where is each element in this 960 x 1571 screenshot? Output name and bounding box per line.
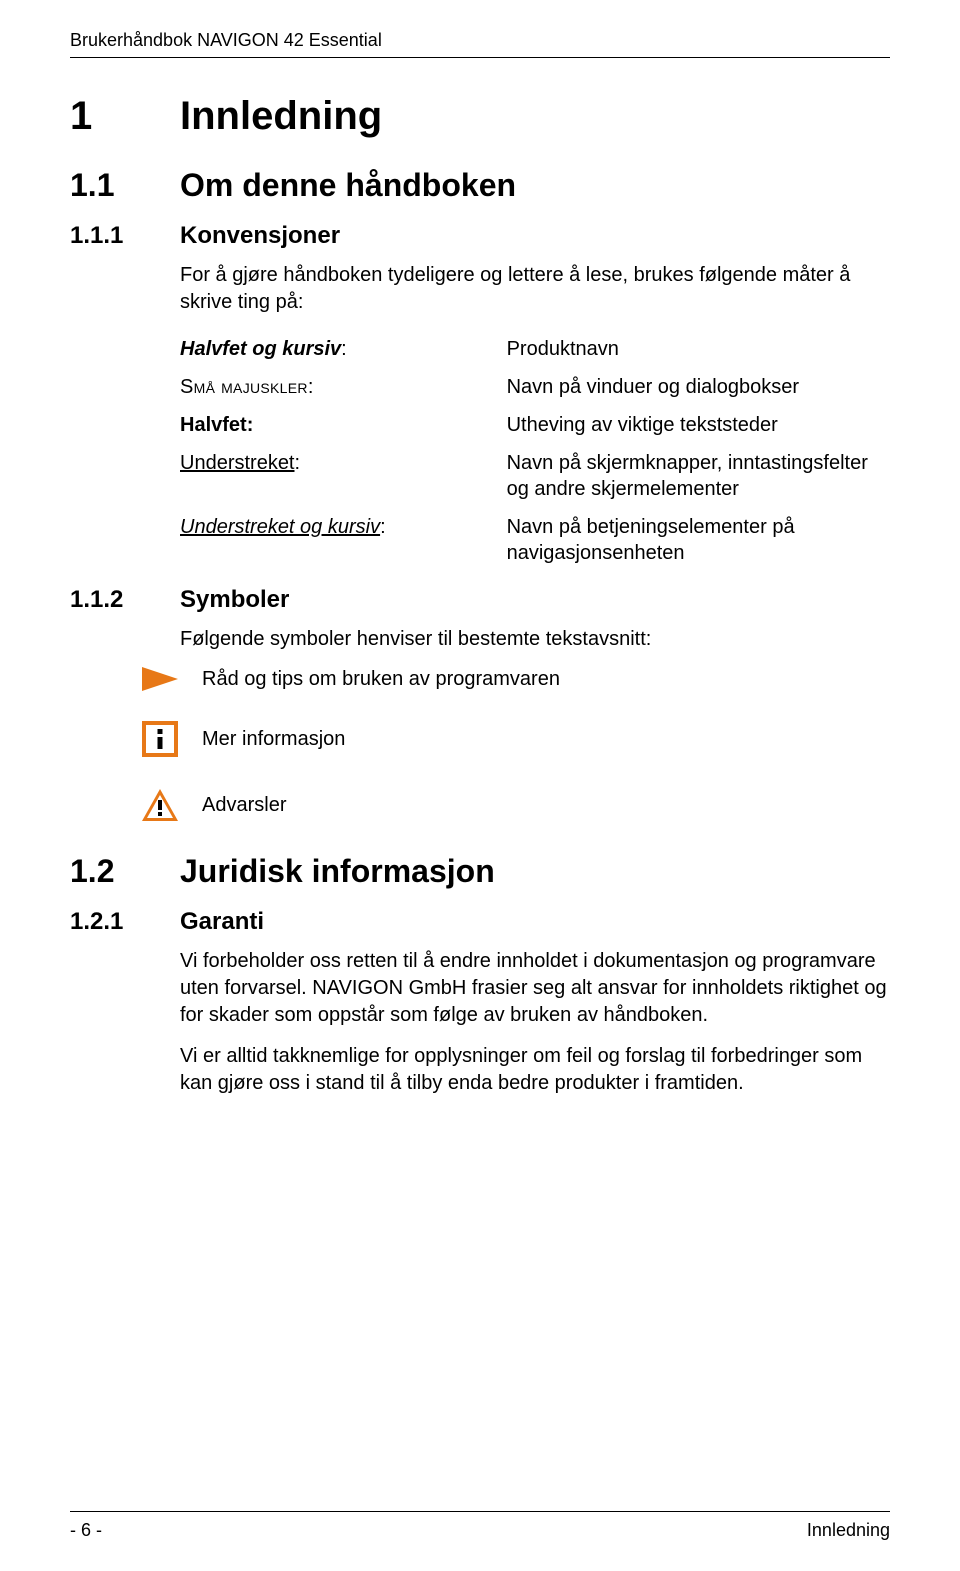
symbol-info-label: Mer informasjon: [202, 728, 345, 751]
heading-1-2-number: 1.2: [70, 853, 180, 890]
doc-header: Brukerhåndbok NAVIGON 42 Essential: [70, 30, 890, 51]
heading-1-1-number: 1.1: [70, 167, 180, 204]
symbol-warning-label: Advarsler: [202, 794, 286, 817]
intro-paragraph: For å gjøre håndboken tydeligere og lett…: [180, 262, 890, 316]
heading-1-1-2-number: 1.1.2: [70, 586, 180, 614]
heading-1-1-2-title: Symboler: [180, 586, 289, 613]
warning-icon: [140, 787, 180, 823]
table-row: Små majuskler: Navn på vinduer og dialog…: [180, 368, 890, 406]
conv-left-suffix: :: [380, 516, 386, 538]
conv-left: Understreket og kursiv: [180, 516, 380, 538]
conv-left-suffix: :: [295, 452, 301, 474]
conv-left: Halvfet:: [180, 414, 253, 436]
tip-arrow-icon: [140, 667, 180, 691]
conv-left-suffix: :: [308, 376, 314, 398]
table-row: Halvfet og kursiv: Produktnavn: [180, 330, 890, 368]
conv-right: Navn på betjeningselementer på navigasjo…: [507, 508, 890, 572]
table-row: Understreket: Navn på skjermknapper, inn…: [180, 444, 890, 508]
info-icon: [140, 721, 180, 757]
heading-1-1-1-title: Konvensjoner: [180, 222, 340, 249]
symbol-row-info: Mer informasjon: [140, 721, 890, 757]
footer-rule: [70, 1511, 890, 1512]
heading-1-2-1-title: Garanti: [180, 908, 264, 935]
conv-left-suffix: :: [341, 338, 347, 360]
heading-1-title: Innledning: [180, 94, 382, 138]
footer-section: Innledning: [807, 1520, 890, 1541]
conv-right: Navn på vinduer og dialogbokser: [507, 368, 890, 406]
heading-1-2: 1.2Juridisk informasjon: [70, 853, 890, 890]
heading-1-number: 1: [70, 94, 180, 139]
conv-left: Understreket: [180, 452, 295, 474]
heading-1-2-title: Juridisk informasjon: [180, 853, 495, 889]
heading-1-1-1-number: 1.1.1: [70, 222, 180, 250]
heading-1-1-2: 1.1.2Symboler: [70, 586, 890, 614]
conv-right: Navn på skjermknapper, inntastingsfelter…: [507, 444, 890, 508]
header-rule: [70, 57, 890, 58]
conv-left: Små majuskler: [180, 376, 308, 398]
garanti-p1: Vi forbeholder oss retten til å endre in…: [180, 948, 890, 1029]
conv-left: Halvfet og kursiv: [180, 338, 341, 360]
conv-right: Produktnavn: [507, 330, 890, 368]
heading-1-1-title: Om denne håndboken: [180, 167, 516, 203]
page-footer: - 6 - Innledning: [70, 1511, 890, 1541]
table-row: Halvfet: Utheving av viktige tekststeder: [180, 406, 890, 444]
garanti-p2: Vi er alltid takknemlige for opplysninge…: [180, 1043, 890, 1097]
symbol-tip-label: Råd og tips om bruken av programvaren: [202, 668, 560, 691]
conv-right: Utheving av viktige tekststeder: [507, 406, 890, 444]
heading-1-1: 1.1Om denne håndboken: [70, 167, 890, 204]
heading-1: 1Innledning: [70, 94, 890, 139]
heading-1-1-1: 1.1.1Konvensjoner: [70, 222, 890, 250]
symbols-intro: Følgende symboler henviser til bestemte …: [180, 626, 890, 653]
heading-1-2-1: 1.2.1Garanti: [70, 908, 890, 936]
symbol-row-warning: Advarsler: [140, 787, 890, 823]
heading-1-2-1-number: 1.2.1: [70, 908, 180, 936]
conventions-table: Halvfet og kursiv: Produktnavn Små majus…: [180, 330, 890, 572]
table-row: Understreket og kursiv: Navn på betjenin…: [180, 508, 890, 572]
symbol-row-tip: Råd og tips om bruken av programvaren: [140, 667, 890, 691]
footer-page-number: - 6 -: [70, 1520, 102, 1541]
